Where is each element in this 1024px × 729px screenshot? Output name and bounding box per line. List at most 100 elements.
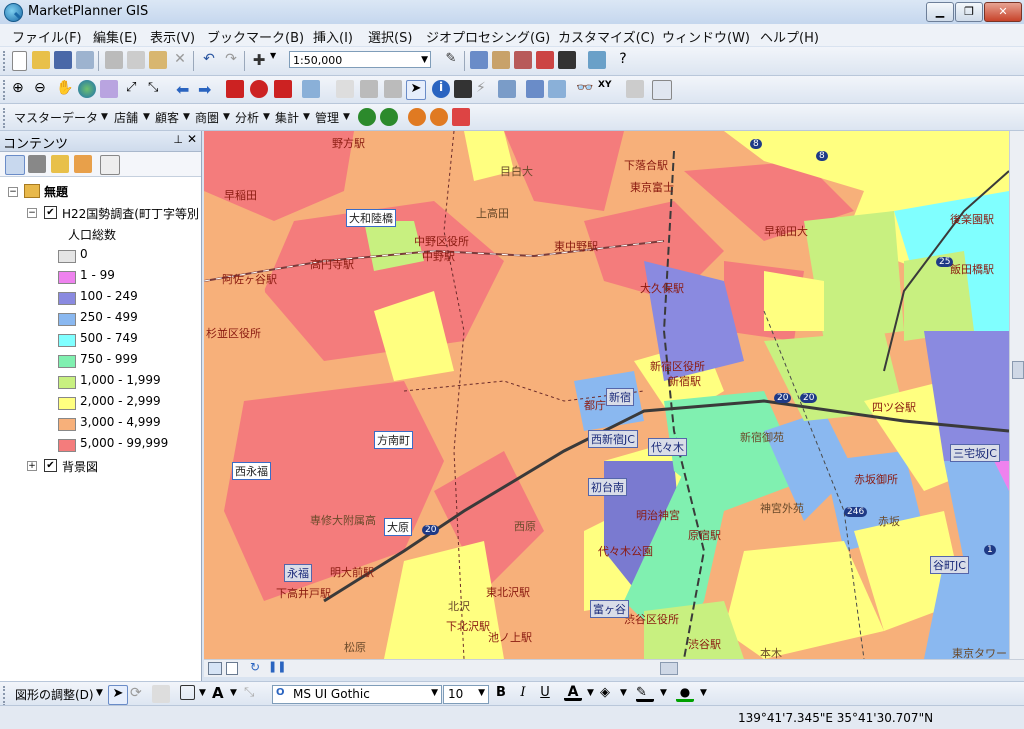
pin-icon[interactable]: ⊥ — [173, 133, 183, 146]
python-window-icon[interactable] — [558, 51, 576, 69]
home-icon[interactable] — [226, 80, 244, 98]
pan-zoom-icon[interactable] — [100, 80, 118, 98]
print-icon[interactable] — [76, 51, 94, 69]
legend-swatch[interactable] — [58, 313, 76, 326]
legend-swatch[interactable] — [58, 292, 76, 305]
go-to-xy-icon[interactable]: XY — [598, 80, 616, 98]
map-horizontal-scrollbar[interactable]: ↻ ❚❚ — [204, 659, 1024, 677]
fixed-zoom-in-icon[interactable]: ⤢ — [126, 80, 144, 98]
legend-swatch[interactable] — [58, 250, 76, 263]
list-by-visibility-icon[interactable] — [51, 155, 69, 173]
menu-geoprocessing[interactable]: ジオプロセシング(G) — [426, 27, 550, 46]
refresh-icon[interactable]: ↻ — [250, 660, 260, 674]
select-pointer-icon[interactable]: ➤ — [406, 80, 426, 100]
zoom-to-elements-icon[interactable] — [152, 685, 170, 703]
menu-insert[interactable]: 挿入(I) — [313, 27, 353, 46]
map-scale-combobox[interactable]: 1:50,000 ▼ — [289, 51, 431, 68]
editor-icon[interactable]: ✎ — [442, 51, 460, 69]
catalog-icon[interactable] — [492, 51, 510, 69]
menu-help[interactable]: ヘルプ(H) — [760, 27, 819, 46]
close-button[interactable]: ✕ — [984, 2, 1022, 22]
trade-area-drive-icon[interactable] — [430, 108, 448, 126]
collapse-toggle[interactable]: − — [27, 208, 37, 218]
list-by-source-icon[interactable] — [28, 155, 46, 173]
select-by-attributes-icon[interactable] — [384, 80, 402, 98]
text-icon[interactable]: A — [212, 684, 230, 702]
select-features-icon[interactable] — [302, 80, 320, 98]
toolbar-grip[interactable] — [3, 686, 8, 706]
menu-selection[interactable]: 選択(S) — [368, 27, 412, 46]
select-elements-pointer-icon[interactable]: ➤ — [108, 685, 128, 705]
open-folder-icon[interactable] — [32, 51, 50, 69]
store-search-icon[interactable] — [358, 108, 376, 126]
rotate-icon[interactable]: ⟳ — [130, 685, 148, 703]
menu-window[interactable]: ウィンドウ(W) — [662, 27, 750, 46]
layer-visibility-checkbox[interactable]: ✔ — [44, 206, 57, 219]
master-data-menu[interactable]: マスターデータ — [14, 109, 98, 126]
scrollbar-thumb[interactable] — [660, 662, 678, 675]
trade-area-polygon-icon[interactable] — [452, 108, 470, 126]
font-family-select[interactable]: O MS UI Gothic ▼ — [272, 685, 442, 704]
whats-this-icon[interactable]: ? — [614, 51, 632, 69]
search-window-icon[interactable] — [514, 51, 532, 69]
rectangle-icon[interactable] — [180, 685, 195, 700]
zoom-out-icon[interactable]: ⊖ — [34, 80, 52, 98]
list-by-drawing-order-icon[interactable] — [5, 155, 25, 175]
legend-swatch[interactable] — [58, 271, 76, 284]
zoom-in-icon[interactable]: ⊕ — [12, 80, 30, 98]
forward-arrow-icon[interactable]: ➡ — [198, 80, 216, 99]
pause-drawing-icon[interactable]: ❚❚ — [268, 660, 286, 673]
toolbar-grip[interactable] — [3, 51, 8, 71]
menu-customize[interactable]: カスタマイズ(C) — [558, 27, 655, 46]
map-vertical-scrollbar[interactable] — [1009, 131, 1024, 659]
edit-vertices-icon[interactable]: ⤡ — [244, 685, 262, 703]
bold-button[interactable]: B — [492, 685, 510, 703]
pan-hand-icon[interactable]: ✋ — [56, 80, 74, 98]
identify-icon[interactable]: i — [432, 80, 450, 98]
cut-icon[interactable] — [105, 51, 123, 69]
find-route-icon[interactable] — [548, 80, 566, 98]
time-slider-icon[interactable] — [626, 80, 644, 98]
legend-swatch[interactable] — [58, 376, 76, 389]
trade-area-circle-icon[interactable] — [408, 108, 426, 126]
copy-icon[interactable] — [127, 51, 145, 69]
legend-swatch[interactable] — [58, 397, 76, 410]
save-icon[interactable] — [54, 51, 72, 69]
arctoolbox-icon[interactable] — [536, 51, 554, 69]
data-frame-label[interactable]: 無題 — [44, 183, 68, 200]
line-color-icon[interactable]: ✎ — [636, 685, 654, 702]
font-color-icon[interactable]: A — [564, 684, 582, 701]
layer-visibility-checkbox[interactable]: ✔ — [44, 459, 57, 472]
data-view-icon[interactable] — [208, 662, 222, 675]
redo-icon[interactable]: ↷ — [222, 51, 240, 69]
html-popup-icon[interactable] — [454, 80, 472, 98]
toolbar-grip[interactable] — [3, 108, 8, 128]
scrollbar-thumb[interactable] — [1012, 361, 1024, 379]
maximize-button[interactable]: ❐ — [955, 2, 983, 22]
menu-view[interactable]: 表示(V) — [150, 27, 195, 46]
drawing-menu[interactable]: 図形の調整(D) — [15, 686, 94, 703]
info-popup-icon[interactable] — [498, 80, 516, 98]
close-icon[interactable]: ✕ — [187, 132, 197, 146]
fixed-zoom-out-icon[interactable]: ⤡ — [148, 80, 166, 98]
layout-view-icon[interactable] — [226, 662, 238, 675]
new-document-icon[interactable] — [12, 51, 27, 71]
italic-button[interactable]: I — [514, 685, 532, 703]
model-builder-icon[interactable] — [588, 51, 606, 69]
legend-swatch[interactable] — [58, 439, 76, 452]
table-of-contents-icon[interactable] — [470, 51, 488, 69]
aggregate-menu[interactable]: 集計 — [275, 109, 299, 126]
add-data-icon[interactable]: ✚ — [250, 51, 268, 69]
binoculars-icon[interactable]: 👓 — [576, 80, 594, 98]
undo-icon[interactable]: ↶ — [200, 51, 218, 69]
font-size-select[interactable]: 10 ▼ — [443, 685, 489, 704]
customer-search-icon[interactable] — [380, 108, 398, 126]
back-arrow-icon[interactable]: ⬅ — [176, 80, 194, 99]
collapse-toggle[interactable]: − — [8, 187, 18, 197]
fill-color-icon[interactable]: ◈ — [600, 685, 618, 703]
underline-button[interactable]: U — [536, 685, 554, 703]
layer-name[interactable]: H22国勢調査(町丁字等別 — [62, 205, 199, 222]
viewer-window-icon[interactable] — [652, 80, 672, 100]
clear-selection-icon[interactable] — [336, 80, 354, 98]
map-view[interactable]: 野方駅 下落合駅 東京富士 早稲田 高円寺駅 中野駅 東中野駅 大久保駅 早稲田… — [204, 131, 1009, 659]
